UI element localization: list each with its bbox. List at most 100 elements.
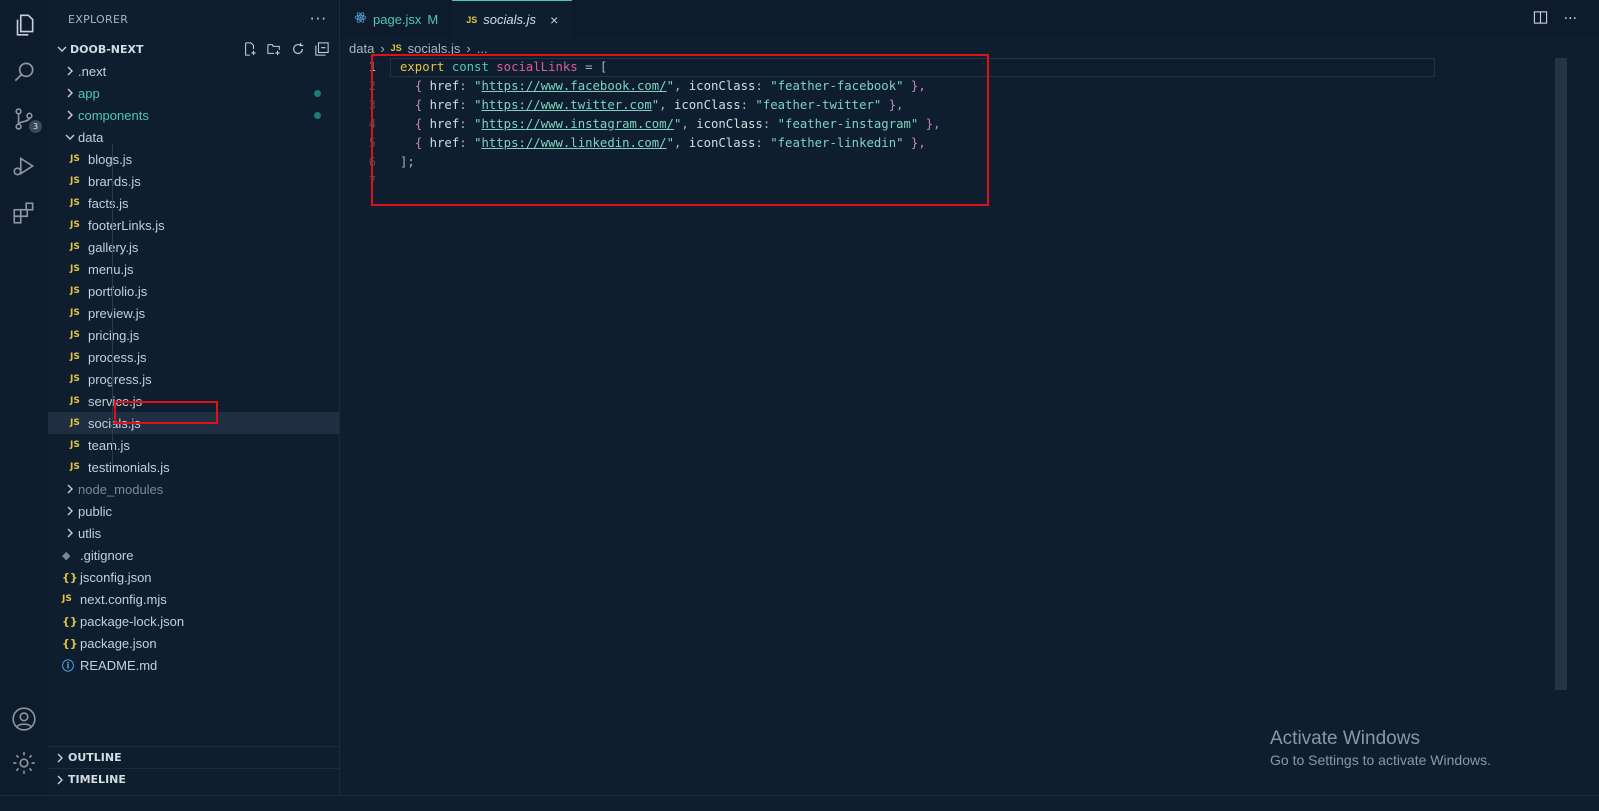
tree-item-label: preview.js — [88, 305, 146, 321]
close-icon[interactable]: × — [550, 12, 558, 28]
tree-item-label: node_modules — [78, 481, 164, 497]
folder-item[interactable]: node_modules — [48, 478, 339, 500]
file-item[interactable]: JS gallery.js — [48, 236, 339, 258]
more-actions-icon[interactable]: ··· — [1564, 11, 1577, 27]
js-file-icon: JS — [70, 264, 80, 274]
js-file-icon: JS — [70, 176, 80, 186]
tree-item-label: .next — [78, 63, 107, 79]
vertical-scrollbar[interactable] — [1555, 58, 1567, 690]
file-item[interactable]: JS progress.js — [48, 368, 339, 390]
file-item[interactable]: JS portfolio.js — [48, 280, 339, 302]
run-debug-icon[interactable] — [9, 151, 39, 181]
file-item[interactable]: {} package-lock.json — [48, 610, 339, 632]
modified-dot — [314, 89, 321, 97]
js-file-icon: JS — [70, 440, 80, 450]
folder-item[interactable]: public — [48, 500, 339, 522]
js-file-icon: JS — [70, 396, 80, 406]
file-item[interactable]: JS pricing.js — [48, 324, 339, 346]
timeline-label: TIMELINE — [68, 773, 126, 786]
folder-item[interactable]: .next — [48, 60, 339, 82]
js-file-icon: JS — [70, 352, 80, 362]
chevron-right-icon — [62, 506, 78, 516]
file-item[interactable]: JS process.js — [48, 346, 339, 368]
tree-item-label: facts.js — [88, 195, 129, 211]
folder-item[interactable]: components — [48, 104, 339, 126]
js-file-icon: JS — [70, 374, 80, 384]
file-item[interactable]: JS testimonials.js — [48, 456, 339, 478]
folder-item[interactable]: data — [48, 126, 339, 148]
new-folder-icon[interactable] — [266, 42, 281, 57]
modified-dot — [314, 111, 321, 119]
search-icon[interactable] — [9, 57, 39, 87]
file-item[interactable]: ◆ .gitignore — [48, 544, 339, 566]
watermark-title: Activate Windows — [1270, 728, 1420, 749]
chevron-right-icon — [62, 110, 78, 120]
outline-label: OUTLINE — [68, 751, 122, 764]
tab-label: page.jsx — [373, 11, 422, 27]
selection-highlight-box — [114, 401, 218, 424]
folder-item[interactable]: utlis — [48, 522, 339, 544]
file-item[interactable]: {} package.json — [48, 632, 339, 654]
js-file-icon: JS — [70, 330, 80, 340]
workspace-root[interactable]: DOOB-NEXT — [48, 38, 339, 60]
file-item[interactable]: JS preview.js — [48, 302, 339, 324]
tab-page-jsx[interactable]: page.jsx M — [340, 0, 452, 38]
tree-item-label: package-lock.json — [80, 613, 185, 629]
file-item[interactable]: JS next.config.mjs — [48, 588, 339, 610]
info-icon: ⓘ — [62, 658, 75, 673]
file-item[interactable]: JS blogs.js — [48, 148, 339, 170]
chevron-right-icon — [62, 88, 78, 98]
tree-item-label: progress.js — [88, 371, 152, 387]
refresh-icon[interactable] — [290, 42, 305, 57]
watermark-subtitle: Go to Settings to activate Windows. — [1270, 752, 1491, 768]
file-item[interactable]: JS team.js — [48, 434, 339, 456]
file-item[interactable]: {} jsconfig.json — [48, 566, 339, 588]
activity-bar: 3 — [0, 0, 48, 811]
chevron-right-icon — [62, 484, 78, 494]
json-file-icon: {} — [62, 636, 78, 650]
files-icon[interactable] — [9, 10, 39, 40]
tree-item-label: menu.js — [88, 261, 134, 277]
js-file-icon: JS — [70, 154, 80, 164]
status-bar — [0, 795, 1599, 811]
tree-item-label: public — [78, 503, 112, 519]
extensions-icon[interactable] — [9, 198, 39, 228]
collapse-all-icon[interactable] — [314, 42, 329, 57]
tree-item-label: components — [78, 107, 149, 123]
tree-item-label: utlis — [78, 525, 102, 541]
tree-item-label: jsconfig.json — [80, 569, 152, 585]
scm-badge: 3 — [29, 120, 42, 133]
outline-panel-header[interactable]: OUTLINE — [48, 746, 340, 768]
js-file-icon: JS — [70, 242, 80, 252]
more-actions-button[interactable]: ··· — [310, 10, 327, 28]
indent-guide — [112, 144, 113, 468]
file-item[interactable]: JS brands.js — [48, 170, 339, 192]
source-control-icon[interactable]: 3 — [9, 104, 42, 134]
chevron-right-icon — [52, 753, 68, 763]
tab-socials-js[interactable]: JS socials.js × — [452, 0, 573, 38]
split-editor-icon[interactable] — [1533, 10, 1548, 29]
file-item[interactable]: JS menu.js — [48, 258, 339, 280]
timeline-panel-header[interactable]: TIMELINE — [48, 768, 340, 790]
tree-item-label: gallery.js — [88, 239, 139, 255]
folder-item[interactable]: app — [48, 82, 339, 104]
explorer-title: EXPLORER — [68, 12, 129, 26]
js-file-icon: JS — [70, 418, 80, 428]
tree-item-label: process.js — [88, 349, 147, 365]
js-file-icon: JS — [466, 14, 478, 25]
settings-gear-icon[interactable] — [9, 748, 39, 778]
tree-item-label: next.config.mjs — [80, 591, 167, 607]
file-item[interactable]: JS footerLinks.js — [48, 214, 339, 236]
new-file-icon[interactable] — [242, 42, 257, 57]
editor-tab-bar: page.jsx M JS socials.js × ··· — [340, 0, 1599, 38]
js-file-icon: JS — [62, 594, 72, 604]
tree-item-label: brands.js — [88, 173, 141, 189]
account-icon[interactable] — [9, 704, 39, 734]
js-file-icon: JS — [70, 462, 80, 472]
json-file-icon: {} — [62, 614, 78, 628]
file-tree: .next app components data JS blogs.js JS brands… — [48, 60, 339, 676]
file-item[interactable]: ⓘ README.md — [48, 654, 339, 676]
tree-item-label: testimonials.js — [88, 459, 170, 475]
file-item[interactable]: JS facts.js — [48, 192, 339, 214]
chevron-right-icon — [62, 66, 78, 76]
